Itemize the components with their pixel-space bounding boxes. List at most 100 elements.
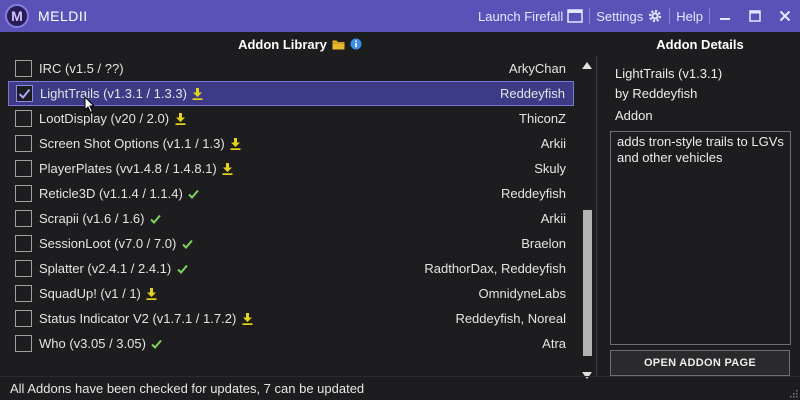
addon-library-header: Addon Library [8,34,592,54]
addon-checkbox[interactable] [15,260,32,277]
details-description[interactable]: adds tron-style trails to LGVs and other… [610,131,791,345]
checkmark-icon [18,88,31,99]
update-available-indicator[interactable] [146,287,158,301]
up-to-date-indicator [150,212,162,226]
info-icon[interactable] [350,38,362,50]
update-available-indicator[interactable] [241,312,253,326]
addon-name-cell: LootDisplay (v20 / 2.0) [39,111,186,126]
addon-name: PlayerPlates (vv1.4.8 / 1.4.8.1) [39,161,217,176]
settings-button[interactable]: Settings [590,8,669,24]
app-logo-icon: M [5,4,29,28]
mouse-cursor-icon [84,96,96,114]
addon-name: Who (v3.05 / 3.05) [39,336,146,351]
addon-library-panel: Addon Library IRC (v1.5 / ??) ArkyChan Lig… [8,34,592,379]
check-icon [182,239,193,249]
addon-author: RadthorDax, Reddeyfish [424,261,566,276]
addon-row[interactable]: Status Indicator V2 (v1.7.1 / 1.7.2) Redd… [8,306,574,331]
window-icon [567,9,584,23]
addon-name-cell: LightTrails (v1.3.1 / 1.3.3) [40,86,204,101]
addon-author: Arkii [540,211,566,226]
addon-checkbox[interactable] [15,160,32,177]
addon-checkbox[interactable] [15,110,32,127]
settings-label: Settings [596,8,644,24]
addon-row[interactable]: Screen Shot Options (v1.1 / 1.3) Arkii [8,131,574,156]
check-icon [151,339,163,349]
addon-row[interactable]: Reticle3D (v1.1.4 / 1.1.4) Reddeyfish [8,181,574,206]
scroll-thumb[interactable] [583,210,592,356]
download-icon [192,87,203,100]
maximize-button[interactable] [740,0,770,32]
resize-grip-icon[interactable] [788,388,798,398]
addon-row[interactable]: Scrapii (v1.6 / 1.6) Arkii [8,206,574,231]
download-icon [175,112,186,125]
addon-checkbox[interactable] [15,235,32,252]
addon-name: SquadUp! (v1 / 1) [39,286,141,301]
addon-checkbox[interactable] [15,310,32,327]
status-bar: All Addons have been checked for updates… [0,376,800,400]
minimize-button[interactable] [710,0,740,32]
addon-name-cell: Who (v3.05 / 3.05) [39,336,163,351]
app-title: MELDII [38,8,88,24]
addon-checkbox[interactable] [15,135,32,152]
addon-author: Braelon [521,236,566,251]
addon-name: LootDisplay (v20 / 2.0) [39,111,170,126]
addon-name-cell: Reticle3D (v1.1.4 / 1.1.4) [39,186,200,201]
addon-name: Status Indicator V2 (v1.7.1 / 1.7.2) [39,311,237,326]
download-icon [222,162,233,175]
addon-checkbox[interactable] [15,185,32,202]
details-addon-author: by Reddeyfish [615,86,698,101]
up-to-date-indicator [151,337,163,351]
addon-author: Atra [542,336,566,351]
addon-author: ThiconZ [519,111,566,126]
update-available-indicator[interactable] [192,87,204,101]
download-icon [146,287,157,300]
addon-author: Reddeyfish [500,186,566,201]
addon-row[interactable]: SessionLoot (v7.0 / 7.0) Braelon [8,231,574,256]
check-icon [150,214,161,224]
scroll-up-button[interactable] [580,58,594,72]
addon-name-cell: SquadUp! (v1 / 1) [39,286,158,301]
addon-author: Reddeyfish, Noreal [455,311,566,326]
addon-name-cell: SessionLoot (v7.0 / 7.0) [39,236,193,251]
addon-checkbox[interactable] [15,285,32,302]
update-available-indicator[interactable] [230,137,242,151]
addon-name: Scrapii (v1.6 / 1.6) [39,211,145,226]
update-available-indicator[interactable] [174,112,186,126]
addon-row[interactable]: PlayerPlates (vv1.4.8 / 1.4.8.1) Skuly [8,156,574,181]
addon-details-title: Addon Details [656,36,744,52]
addon-row[interactable]: Splatter (v2.4.1 / 2.4.1) RadthorDax, Red… [8,256,574,281]
minimize-icon [720,18,730,20]
gear-icon [649,9,662,23]
addon-row[interactable]: Who (v3.05 / 3.05) Atra [8,331,574,356]
help-button[interactable]: Help [670,9,709,24]
update-available-indicator[interactable] [222,162,234,176]
folder-icon[interactable] [332,39,345,50]
addon-name-cell: Splatter (v2.4.1 / 2.4.1) [39,261,188,276]
app-logo-letter: M [11,8,23,24]
addon-author: ArkyChan [508,61,566,76]
close-button[interactable] [770,0,800,32]
addon-checkbox[interactable] [15,60,32,77]
addon-checkbox[interactable] [16,85,33,102]
addon-author: Reddeyfish [499,86,565,101]
download-icon [230,137,241,150]
panel-divider [596,56,597,376]
addon-name-cell: Screen Shot Options (v1.1 / 1.3) [39,136,242,151]
addon-row[interactable]: IRC (v1.5 / ??) ArkyChan [8,56,574,81]
close-icon [779,10,791,22]
addon-checkbox[interactable] [15,210,32,227]
addon-name: LightTrails (v1.3.1 / 1.3.3) [40,86,187,101]
addon-name-cell: Scrapii (v1.6 / 1.6) [39,211,162,226]
up-to-date-indicator [176,262,188,276]
open-addon-page-button[interactable]: OPEN ADDON PAGE [610,350,790,376]
addon-row[interactable]: SquadUp! (v1 / 1) OmnidyneLabs [8,281,574,306]
addon-author: Skuly [534,161,566,176]
up-to-date-indicator [181,237,193,251]
addon-list-scrollbar[interactable] [580,58,594,382]
addon-checkbox[interactable] [15,335,32,352]
title-bar[interactable]: M MELDII Launch Firefall Settings Help [0,0,800,32]
launch-firefall-button[interactable]: Launch Firefall [472,9,589,24]
maximize-icon [749,10,761,22]
details-addon-type: Addon [615,108,653,123]
addon-details-panel: Addon Details LightTrails (v1.3.1) by Re… [600,34,800,376]
